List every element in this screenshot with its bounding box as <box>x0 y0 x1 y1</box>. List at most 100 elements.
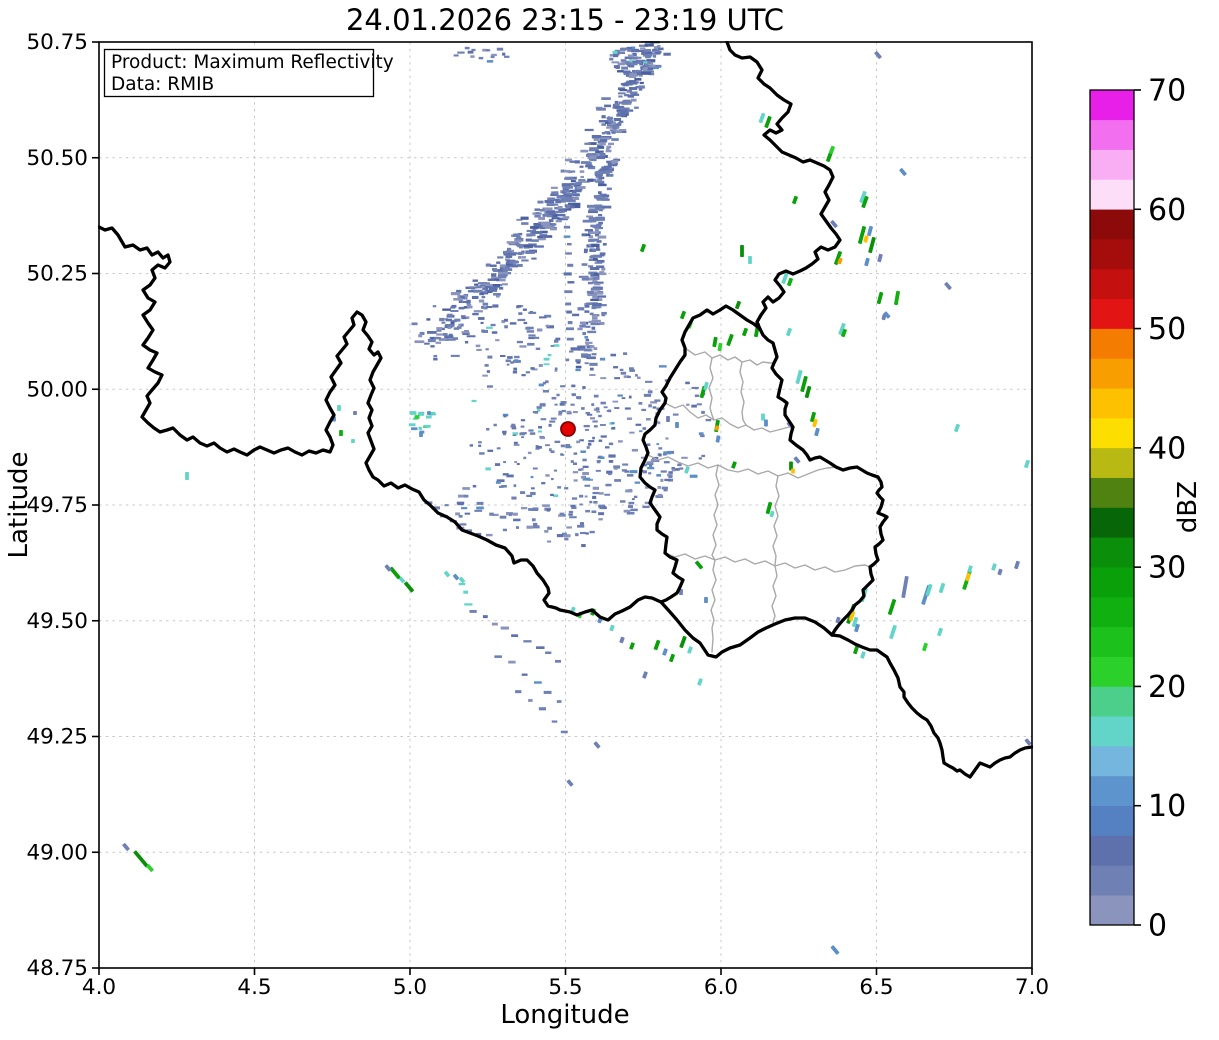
radar-echo <box>660 478 664 482</box>
radar-echo <box>610 353 617 357</box>
radar-echo <box>576 359 581 362</box>
radar-echo <box>622 463 629 466</box>
radar-echo <box>560 444 566 448</box>
radar-echo <box>525 371 531 374</box>
radar-echo <box>599 357 606 361</box>
radar-echo <box>584 495 588 498</box>
radar-echo <box>588 440 595 443</box>
radar-echo <box>512 233 520 237</box>
radar-echo <box>458 514 463 518</box>
radar-echo <box>444 504 449 507</box>
radar-echo <box>463 494 469 498</box>
radar-echo <box>576 186 586 189</box>
radar-echo <box>498 485 504 488</box>
radar-echo <box>518 255 522 259</box>
radar-echo <box>645 417 651 421</box>
radar-echo <box>571 393 577 397</box>
radar-echo <box>482 374 488 377</box>
radar-echo <box>638 85 645 89</box>
radar-echo-cell <box>791 468 795 474</box>
radar-echo <box>592 316 598 320</box>
radar-echo-cell <box>666 416 670 422</box>
radar-echo <box>523 321 528 325</box>
radar-echo <box>608 173 614 176</box>
radar-echo <box>549 420 556 423</box>
radar-echo <box>559 403 565 406</box>
radar-echo <box>573 182 578 186</box>
radar-echo <box>628 505 634 509</box>
radar-echo <box>589 530 595 534</box>
radar-echo <box>652 54 657 58</box>
radar-echo <box>490 264 497 267</box>
radar-echo <box>585 162 592 166</box>
colorbar-band <box>1090 865 1134 896</box>
radar-echo <box>488 288 498 292</box>
radar-echo <box>504 55 510 58</box>
colorbar-band <box>1090 119 1134 150</box>
radar-echo <box>630 98 637 102</box>
radar-echo <box>593 267 600 270</box>
radar-echo <box>575 368 581 372</box>
radar-echo <box>493 423 497 427</box>
radar-echo <box>626 474 634 477</box>
radar-echo <box>462 487 470 490</box>
radar-echo <box>492 304 499 308</box>
radar-echo <box>523 244 533 248</box>
radar-echo <box>411 427 418 431</box>
radar-echo-cell <box>419 431 423 437</box>
radar-echo <box>565 252 572 255</box>
radar-echo <box>471 399 477 403</box>
radar-echo <box>567 281 575 284</box>
radar-echo <box>532 467 538 470</box>
radar-echo <box>525 251 535 254</box>
radar-echo <box>648 472 652 475</box>
radar-echo <box>620 111 629 115</box>
radar-echo <box>634 77 642 81</box>
radar-echo <box>641 71 652 75</box>
radar-echo <box>613 65 620 69</box>
radar-echo <box>654 399 661 402</box>
radar-echo <box>491 331 498 334</box>
radar-echo <box>550 450 555 454</box>
radar-echo <box>572 462 578 466</box>
radar-echo <box>606 145 612 149</box>
radar-echo <box>572 313 580 317</box>
radar-echo <box>644 49 652 53</box>
radar-echo <box>642 427 647 430</box>
y-tick-label: 50.50 <box>26 146 88 171</box>
radar-echo <box>638 56 642 59</box>
radar-echo <box>545 651 552 655</box>
radar-echo <box>549 228 557 231</box>
y-tick-label: 50.25 <box>26 262 88 287</box>
radar-echo <box>526 233 536 237</box>
radar-echo <box>584 362 589 365</box>
radar-echo <box>540 221 550 226</box>
radar-echo <box>623 352 628 356</box>
radar-echo <box>586 290 594 294</box>
colorbar-tick-label: 50 <box>1148 312 1186 347</box>
radar-echo <box>611 426 616 429</box>
y-tick-label: 49.25 <box>26 725 88 750</box>
radar-echo <box>621 61 626 65</box>
radar-echo <box>631 498 635 501</box>
radar-echo <box>589 500 593 504</box>
radar-echo <box>598 414 602 418</box>
radar-echo-cell <box>764 419 768 427</box>
radar-echo <box>496 47 504 51</box>
radar-echo <box>627 94 635 98</box>
y-tick-label: 49.00 <box>26 840 88 865</box>
radar-echo <box>579 503 583 506</box>
radar-echo <box>592 258 598 261</box>
radar-echo <box>467 290 475 293</box>
radar-echo <box>517 251 523 256</box>
radar-echo <box>474 283 479 286</box>
y-tick-label: 50.75 <box>26 30 88 55</box>
radar-echo <box>442 308 451 311</box>
radar-echo <box>484 364 489 367</box>
radar-echo <box>596 459 601 463</box>
radar-echo <box>542 504 550 507</box>
radar-echo <box>581 278 590 281</box>
colorbar-tick-label: 60 <box>1148 193 1186 228</box>
radar-echo <box>557 205 563 210</box>
radar-echo <box>531 508 539 512</box>
